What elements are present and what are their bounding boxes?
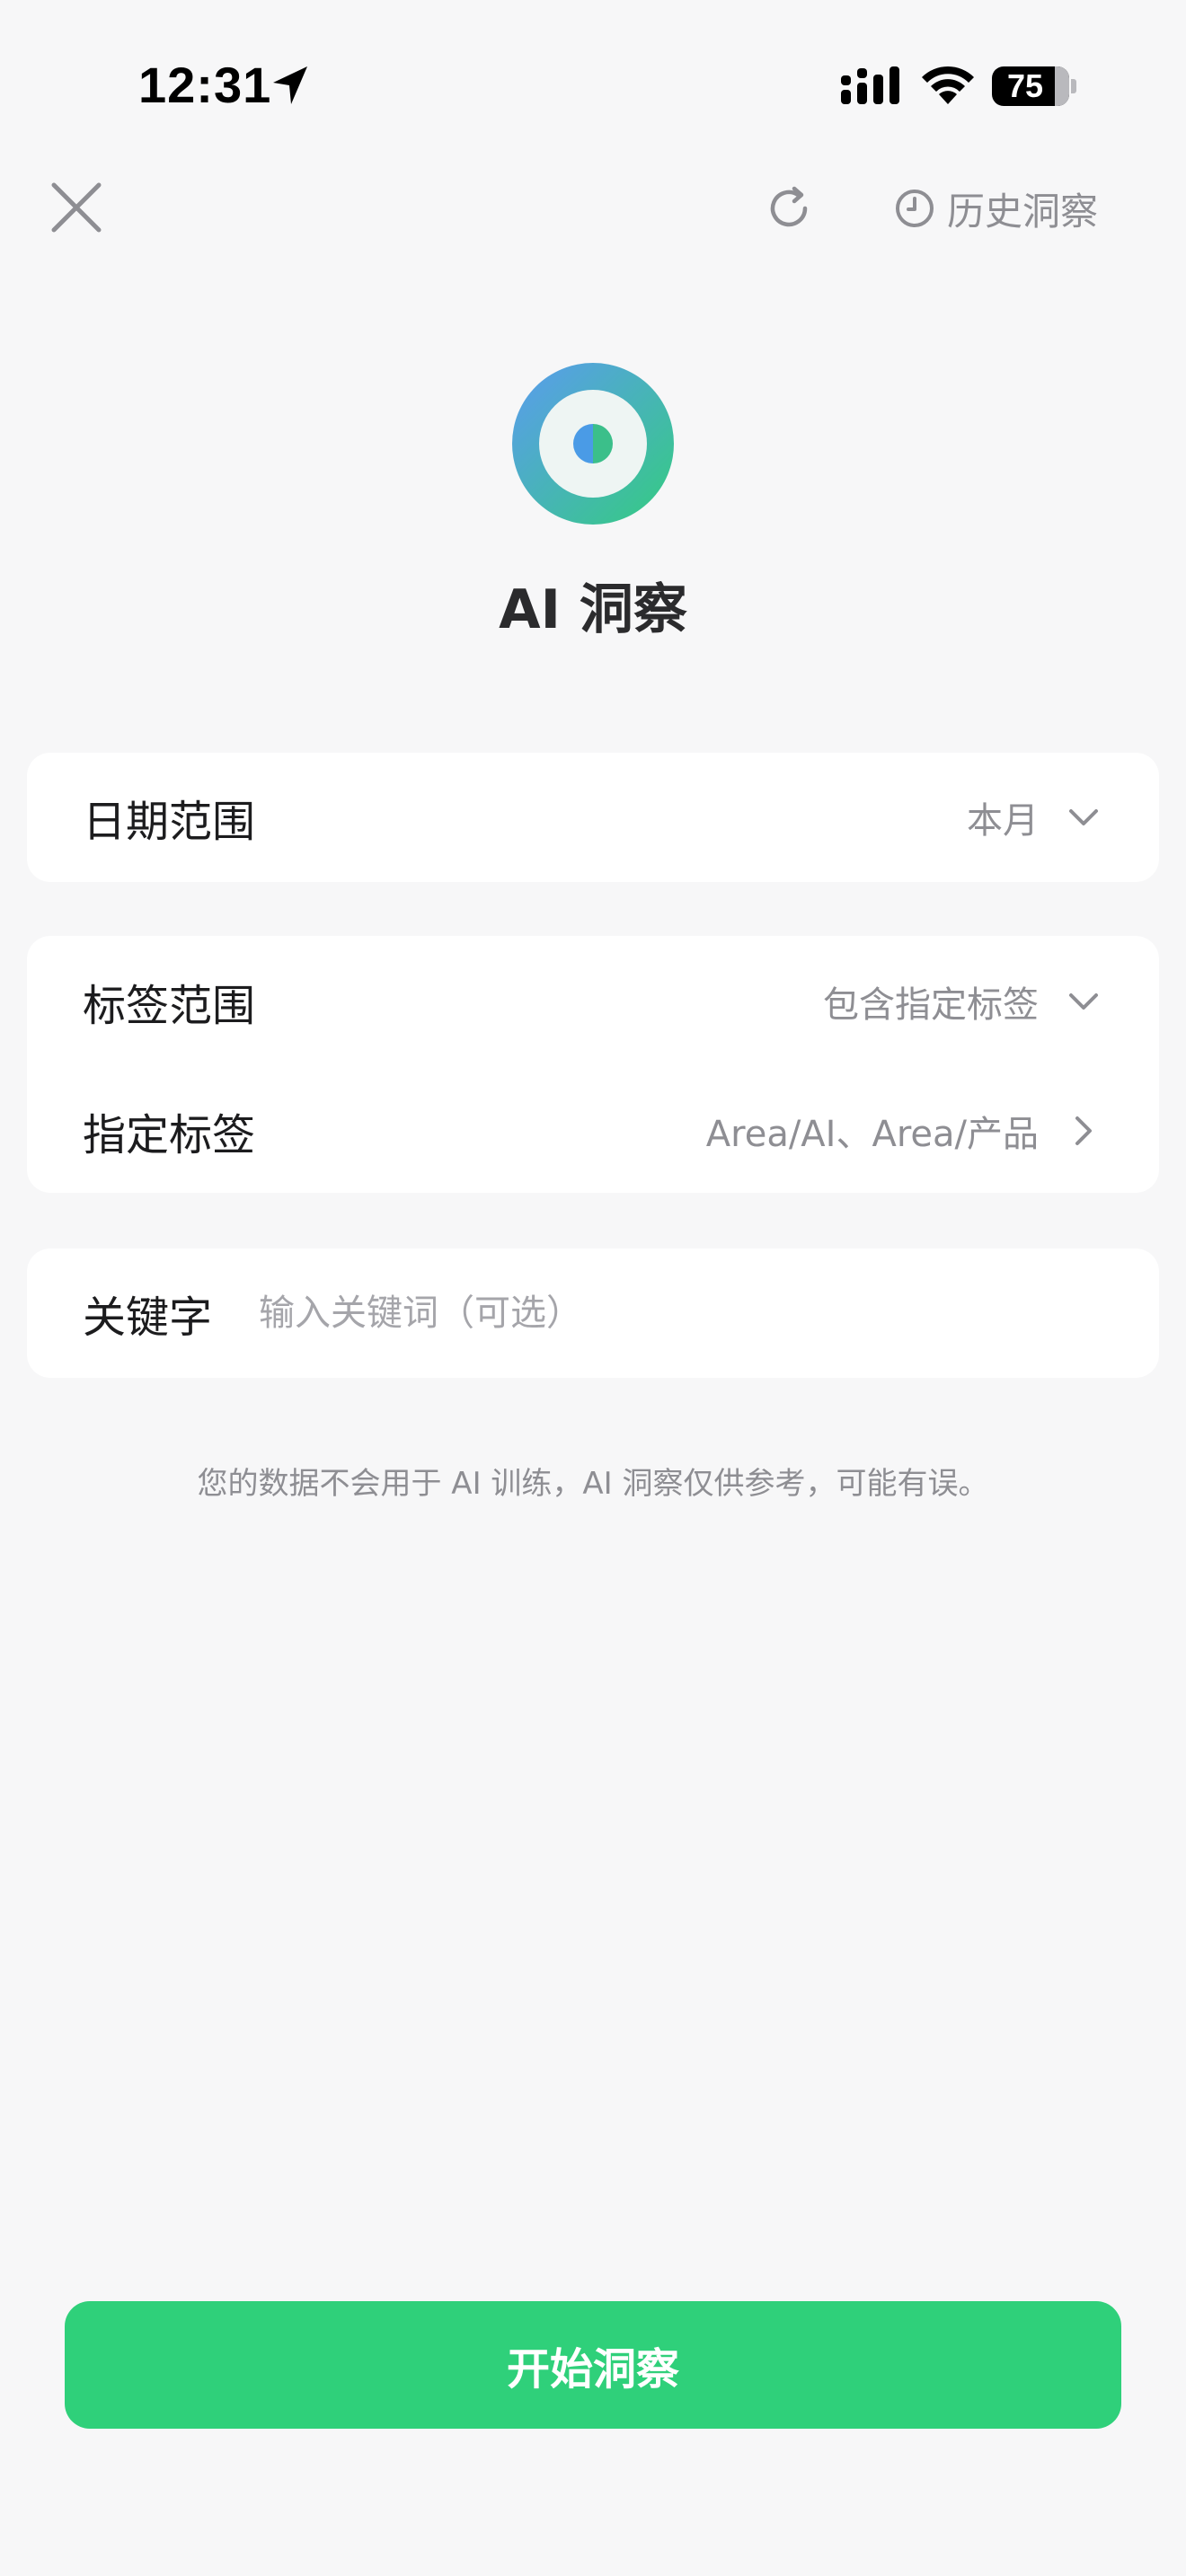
start-insight-button[interactable]: 开始洞察 bbox=[65, 2301, 1121, 2429]
tag-range-row[interactable]: 标签范围 包含指定标签 bbox=[27, 943, 1159, 1060]
keyword-label: 关键字 bbox=[83, 1292, 213, 1343]
keyword-card: 关键字 bbox=[27, 1248, 1159, 1378]
history-button[interactable]: 历史洞察 bbox=[893, 181, 1098, 235]
privacy-disclaimer: 您的数据不会用于 AI 训练，AI 洞察仅供参考，可能有误。 bbox=[197, 1466, 989, 1502]
history-label: 历史洞察 bbox=[947, 189, 1099, 234]
tag-range-value: 包含指定标签 bbox=[823, 984, 1039, 1026]
battery-nub bbox=[1071, 79, 1076, 93]
specified-tags-value: Area/AI、Area/产品 bbox=[705, 1114, 1039, 1155]
close-icon[interactable] bbox=[45, 176, 108, 239]
specified-tags-row[interactable]: 指定标签 Area/AI、Area/产品 bbox=[27, 1072, 1159, 1189]
date-range-card: 日期范围 本月 bbox=[27, 753, 1159, 882]
date-range-row[interactable]: 日期范围 本月 bbox=[27, 759, 1159, 876]
keyword-input[interactable] bbox=[259, 1292, 1103, 1334]
refresh-icon[interactable] bbox=[764, 183, 814, 234]
tag-filter-card: 标签范围 包含指定标签 指定标签 Area/AI、Area/产品 bbox=[27, 936, 1159, 1193]
page-title: AI 洞察 bbox=[499, 578, 687, 641]
date-range-label: 日期范围 bbox=[83, 797, 256, 847]
status-time: 12:31 bbox=[138, 57, 272, 113]
ai-insight-logo-icon bbox=[512, 363, 674, 525]
battery-icon: 75 bbox=[992, 66, 1069, 106]
chevron-right-icon bbox=[1075, 1116, 1092, 1145]
chevron-down-icon bbox=[1069, 993, 1098, 1010]
ai-insight-page: 12:31 75 历史洞察 AI 洞察 日期范围 本月 标签范围 包含指定标签 … bbox=[0, 0, 1186, 2576]
chevron-down-icon bbox=[1069, 809, 1098, 825]
keyword-row: 关键字 bbox=[27, 1255, 1159, 1372]
location-arrow-icon bbox=[273, 66, 307, 104]
clock-icon bbox=[896, 190, 934, 227]
wifi-icon bbox=[922, 66, 974, 104]
status-bar: 12:31 75 bbox=[0, 0, 1186, 171]
specified-tags-label: 指定标签 bbox=[83, 1110, 256, 1160]
tag-range-label: 标签范围 bbox=[83, 981, 256, 1031]
cellular-signal-icon bbox=[841, 66, 899, 104]
battery-level: 75 bbox=[1006, 67, 1044, 104]
date-range-value: 本月 bbox=[967, 800, 1039, 842]
